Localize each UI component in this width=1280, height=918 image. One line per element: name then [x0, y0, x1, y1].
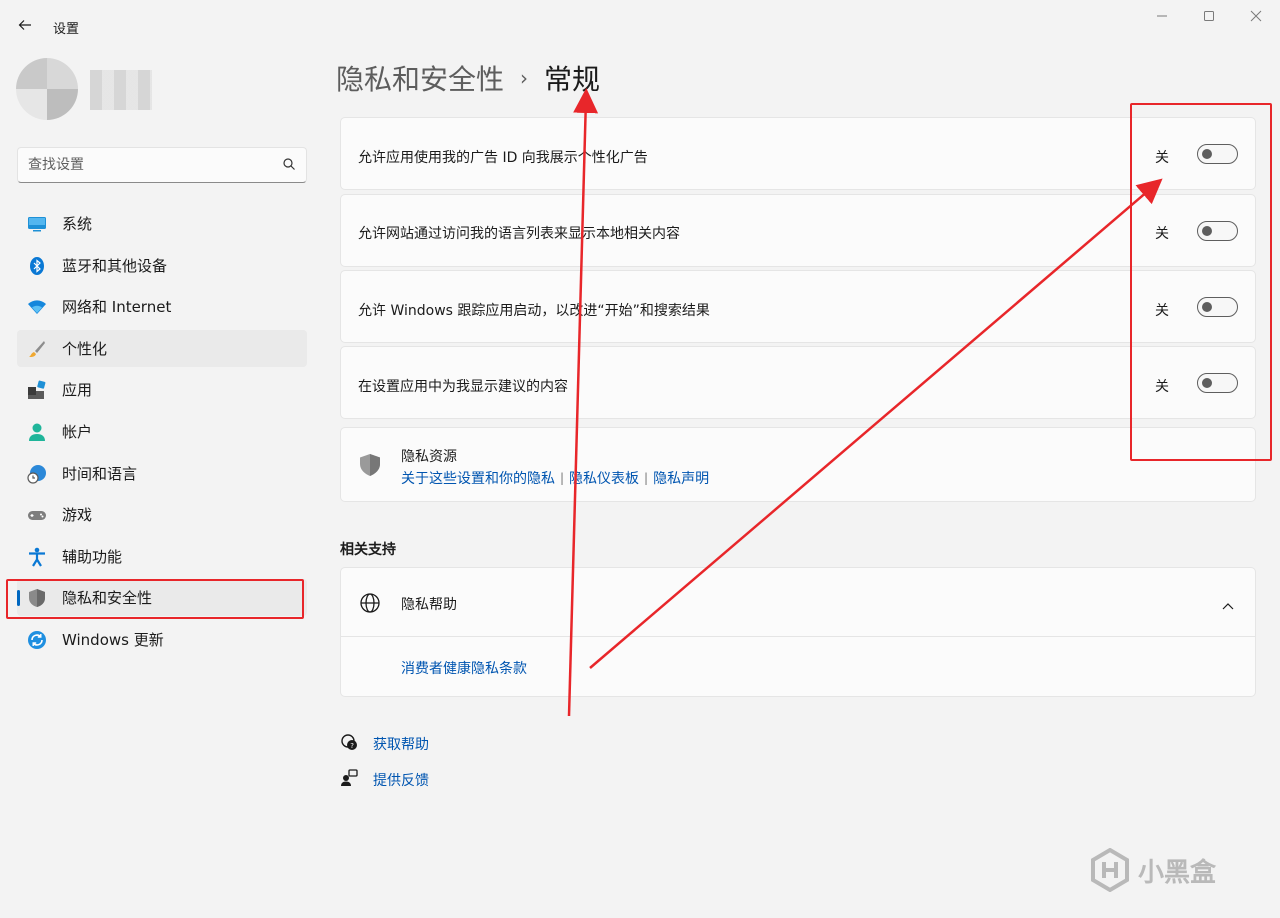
annotation-arrow-diagonal [589, 178, 1163, 669]
annotation-arrow-up [567, 88, 599, 717]
watermark: 小黑盒 [1090, 848, 1216, 892]
heybox-logo-icon [1091, 848, 1129, 892]
annotation-arrows [567, 88, 1163, 717]
watermark-text: 小黑盒 [1138, 857, 1217, 888]
